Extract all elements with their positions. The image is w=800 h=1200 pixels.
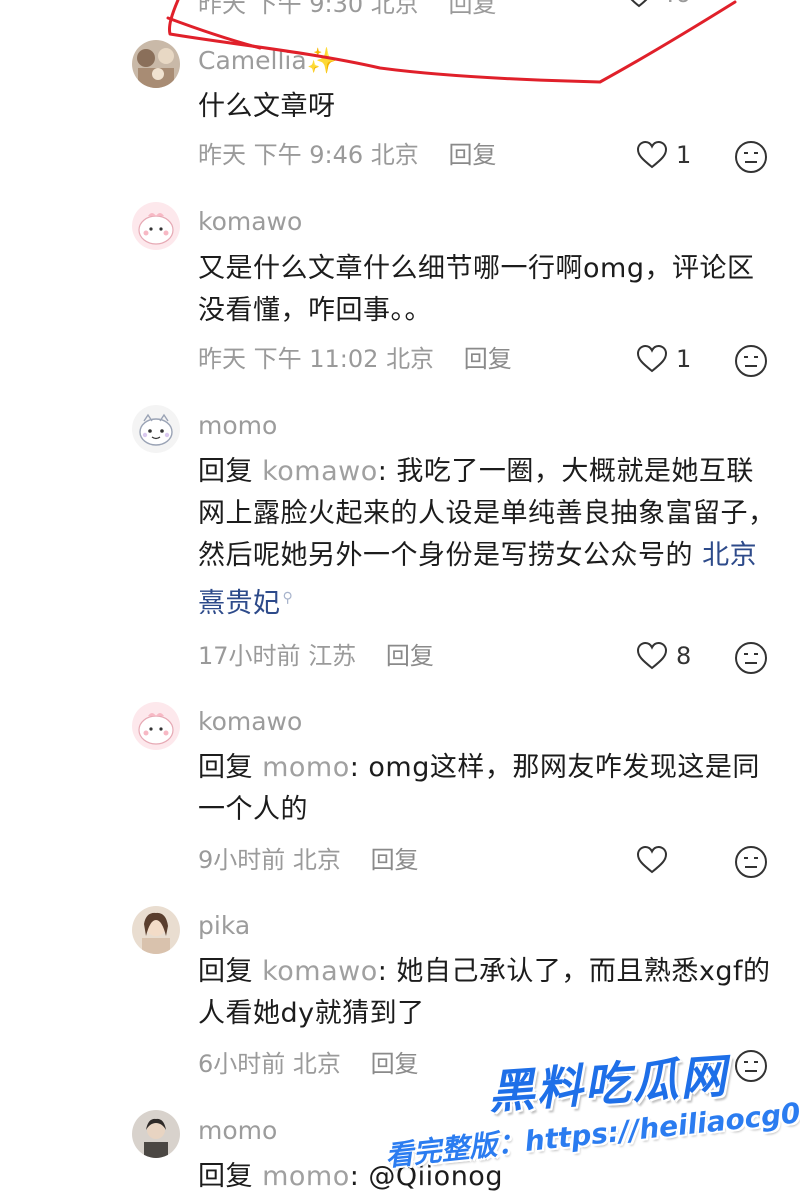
like-count: 1 [676,345,692,373]
username[interactable]: pika [198,911,250,941]
mentioned-user-link[interactable]: momo [262,752,350,783]
username[interactable]: momo [198,411,277,441]
avatar[interactable] [132,702,180,750]
watermark-title: 黑料吃瓜网 [486,1048,730,1120]
emoji-reaction-icon[interactable] [734,845,768,879]
reply-button[interactable]: 回复 [371,846,419,874]
previous-comment-meta: 昨天 下午 9:30 北京 回复 46 [198,0,778,19]
comment-text: 回复 komawo: 她自己承认了，而且熟悉xgf的人看她dy就猜到了 [198,956,771,1029]
comment-meta: 17小时前 江苏 回复 [198,642,434,670]
previous-comment-time: 昨天 下午 9:30 北京 回复 [198,0,496,19]
search-icon: ⚲ [282,590,294,606]
heart-icon [636,641,668,671]
comment-meta: 昨天 下午 11:02 北京 回复 [198,345,512,373]
like-count: 1 [676,141,692,169]
comment-meta: 昨天 下午 9:46 北京 回复 [198,141,497,169]
emoji-reaction-icon[interactable] [734,140,768,174]
like-count: 8 [676,642,692,670]
heart-icon [624,0,654,8]
mentioned-user-link[interactable]: momo [262,1161,350,1192]
like-button[interactable]: 1 [636,344,691,374]
username[interactable]: komawo [198,207,302,237]
comment-text: 回复 komawo: 我吃了一圈，大概就是她互联网上露脸火起来的人设是单纯善良抽… [198,456,776,619]
reply-button[interactable]: 回复 [464,345,512,373]
avatar[interactable] [132,906,180,954]
username[interactable]: Camellia✨ [198,46,338,76]
avatar[interactable] [132,405,180,453]
heart-icon [636,140,668,170]
like-count: 46 [660,0,691,8]
heart-icon [636,344,668,374]
comment-meta: 9小时前 北京 回复 [198,846,419,874]
emoji-reaction-icon[interactable] [734,344,768,378]
like-button[interactable] [636,845,668,875]
reply-button[interactable]: 回复 [448,141,496,169]
like-button[interactable]: 46 [624,0,691,8]
emoji-reaction-icon[interactable] [734,1049,768,1083]
avatar[interactable] [132,202,180,250]
comment-text: 回复 momo: @Qiionog [198,1161,503,1192]
username[interactable]: momo [198,1116,277,1146]
mentioned-user-link[interactable]: komawo [262,956,378,987]
avatar[interactable] [132,40,180,88]
like-button[interactable]: 8 [636,641,691,671]
reply-button[interactable]: 回复 [386,642,434,670]
avatar[interactable] [132,1110,180,1158]
comment-text: 回复 momo: omg这样，那网友咋发现这是同一个人的 [198,752,760,825]
comment-meta: 6小时前 北京 回复 [198,1050,419,1078]
comment-text: 又是什么文章什么细节哪一行啊omg，评论区没看懂，咋回事。。 [198,253,755,326]
mentioned-user-link[interactable]: komawo [262,456,378,487]
heart-icon [636,845,668,875]
like-button[interactable]: 1 [636,140,691,170]
reply-button[interactable]: 回复 [448,0,496,18]
comment-text: 什么文章呀 [198,91,336,122]
username[interactable]: komawo [198,707,302,737]
reply-button[interactable]: 回复 [371,1050,419,1078]
emoji-reaction-icon[interactable] [734,641,768,675]
